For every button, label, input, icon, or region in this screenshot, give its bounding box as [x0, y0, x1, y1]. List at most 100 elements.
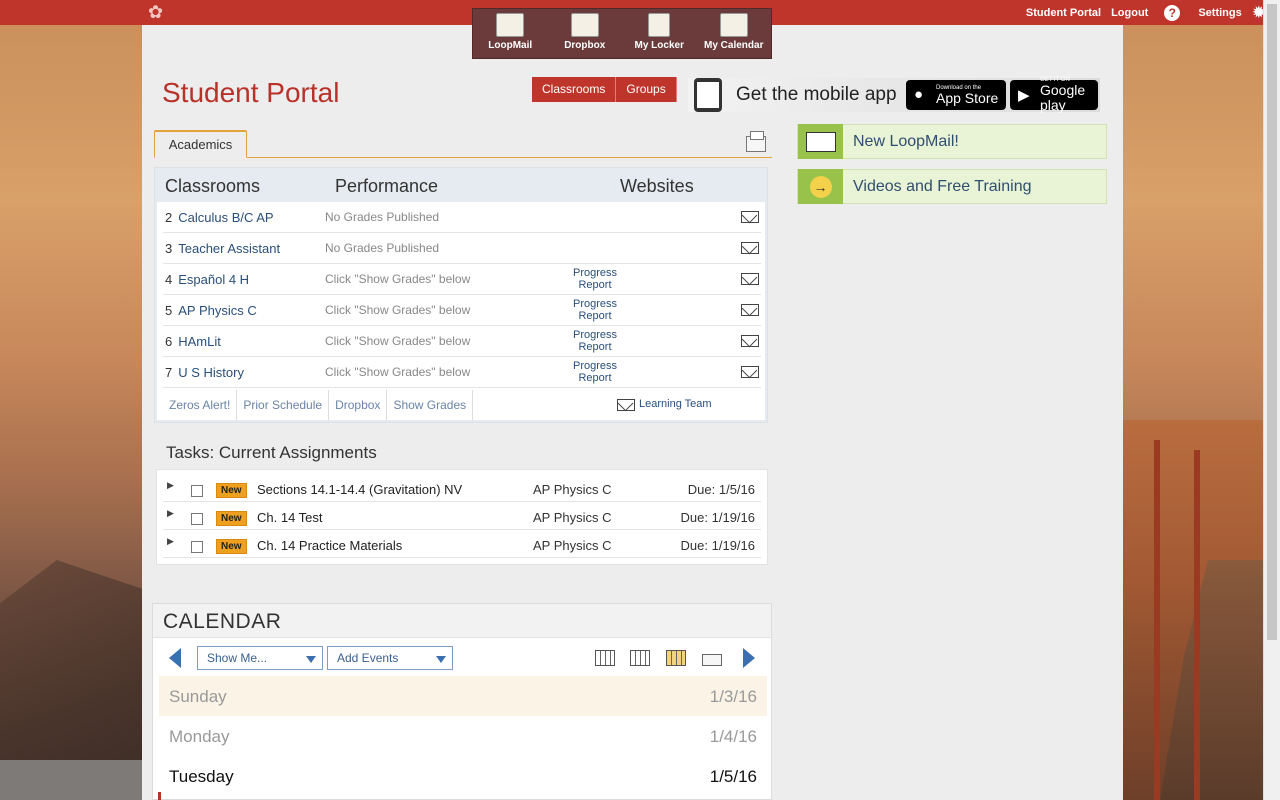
- task-checkbox[interactable]: [191, 485, 203, 497]
- quick-launch-menu: LoopMail Dropbox My Locker My Calendar: [472, 8, 772, 59]
- class-link[interactable]: HAmLit: [178, 334, 221, 349]
- calendar-day-row: Tuesday 1/5/16: [159, 756, 767, 796]
- my-calendar-label: My Calendar: [704, 40, 764, 51]
- bridge-tower: [1194, 450, 1200, 800]
- tab-academics[interactable]: Academics: [154, 130, 247, 158]
- class-link[interactable]: AP Physics C: [178, 303, 257, 318]
- chevron-down-icon: [306, 656, 316, 663]
- dropbox-launch[interactable]: Dropbox: [549, 13, 621, 51]
- class-link[interactable]: Español 4 H: [178, 272, 249, 287]
- calendar-icon: [719, 13, 748, 37]
- my-locker-launch[interactable]: My Locker: [623, 13, 695, 51]
- task-name[interactable]: Sections 14.1-14.4 (Gravitation) NV: [257, 482, 462, 497]
- help-icon[interactable]: ?: [1164, 4, 1181, 21]
- class-name[interactable]: 3 Teacher Assistant: [165, 241, 280, 256]
- scrollbar-thumb[interactable]: [1267, 4, 1277, 640]
- app-store-big: App Store: [936, 89, 999, 106]
- class-row: 7 U S History Click "Show Grades" below P…: [163, 357, 761, 388]
- dropbox-icon: [570, 13, 599, 37]
- prior-schedule-link[interactable]: Prior Schedule: [237, 390, 330, 420]
- prev-arrow-icon[interactable]: [169, 648, 181, 668]
- class-name[interactable]: 4 Español 4 H: [165, 272, 249, 287]
- progress-report-link[interactable]: Progress Report: [559, 267, 631, 291]
- classrooms-button[interactable]: Classrooms: [532, 77, 617, 102]
- loopmail-icon[interactable]: [741, 335, 759, 347]
- class-link[interactable]: Calculus B/C AP: [178, 210, 273, 225]
- expand-arrow-icon[interactable]: ▶: [167, 480, 174, 491]
- locker-icon: [648, 13, 671, 37]
- performance-text: Click "Show Grades" below: [325, 272, 471, 286]
- class-name[interactable]: 5 AP Physics C: [165, 303, 257, 318]
- day-view-icon[interactable]: [595, 650, 615, 666]
- new-badge: New: [216, 511, 247, 526]
- dropbox-link[interactable]: Dropbox: [329, 390, 388, 420]
- mobile-app-banner[interactable]: Get the mobile app ● Download on the App…: [688, 77, 1100, 113]
- task-row: ▶ New Ch. 14 Test AP Physics C Due: 1/19…: [163, 502, 761, 530]
- groups-button[interactable]: Groups: [616, 77, 677, 102]
- loopmail-icon[interactable]: [741, 366, 759, 378]
- class-link[interactable]: Teacher Assistant: [178, 241, 280, 256]
- show-grades-link[interactable]: Show Grades: [387, 390, 474, 420]
- student-portal-link[interactable]: Student Portal: [1026, 7, 1101, 19]
- loopmail-icon: [805, 131, 836, 152]
- settings-link[interactable]: Settings: [1198, 7, 1241, 19]
- page-scrollbar[interactable]: [1263, 0, 1280, 800]
- show-me-select[interactable]: Show Me...: [197, 646, 323, 670]
- progress-report-link[interactable]: Progress Report: [559, 329, 631, 353]
- day-date: 1/3/16: [709, 687, 757, 706]
- week-view-icon[interactable]: [630, 650, 650, 666]
- task-checkbox[interactable]: [191, 513, 203, 525]
- loopmail-launch[interactable]: LoopMail: [474, 13, 546, 51]
- loopmail-icon[interactable]: [741, 273, 759, 285]
- videos-training-promo[interactable]: → Videos and Free Training: [797, 169, 1107, 204]
- today-marker: [158, 792, 161, 800]
- learning-team-label: Learning Team: [639, 398, 712, 410]
- loopmail-icon: [617, 399, 635, 411]
- task-row: ▶ New Sections 14.1-14.4 (Gravitation) N…: [163, 474, 761, 502]
- task-class: AP Physics C: [533, 510, 612, 525]
- academics-card: Classrooms Performance Websites 2 Calculu…: [154, 167, 768, 423]
- calendar-header: CALENDAR: [153, 604, 771, 638]
- task-name[interactable]: Ch. 14 Practice Materials: [257, 538, 402, 553]
- task-name[interactable]: Ch. 14 Test: [257, 510, 323, 525]
- day-date: 1/5/16: [709, 767, 757, 786]
- expand-arrow-icon[interactable]: ▶: [167, 508, 174, 519]
- classrooms-header: Classrooms: [165, 176, 261, 196]
- promo-label: Videos and Free Training: [853, 177, 1032, 195]
- google-play-big: Google play: [1040, 82, 1086, 113]
- period-number: 6: [165, 334, 173, 349]
- app-store-badge[interactable]: ● Download on the App Store: [906, 80, 1006, 110]
- class-name[interactable]: 6 HAmLit: [165, 334, 221, 349]
- logout-link[interactable]: Logout: [1111, 7, 1148, 19]
- background-water: [0, 760, 142, 800]
- print-icon[interactable]: [746, 131, 766, 152]
- expand-arrow-icon[interactable]: ▶: [167, 536, 174, 547]
- google-play-badge[interactable]: ▶ GET IT ON Google play: [1010, 77, 1098, 113]
- learning-team-link[interactable]: Learning Team: [617, 398, 712, 411]
- period-number: 4: [165, 272, 173, 287]
- class-name[interactable]: 7 U S History: [165, 365, 244, 380]
- schoolloop-logo-icon[interactable]: ✿: [148, 2, 168, 22]
- class-row: 3 Teacher Assistant No Grades Published: [163, 233, 761, 264]
- chevron-down-icon: [436, 656, 446, 663]
- task-checkbox[interactable]: [191, 541, 203, 553]
- arrow-right-icon: →: [809, 175, 832, 198]
- class-name[interactable]: 2 Calculus B/C AP: [165, 210, 274, 225]
- progress-report-link[interactable]: Progress Report: [559, 298, 631, 322]
- zeros-alert-link[interactable]: Zeros Alert!: [163, 390, 238, 420]
- class-link[interactable]: U S History: [178, 365, 244, 380]
- new-loopmail-promo[interactable]: New LoopMail!: [797, 124, 1107, 159]
- banner-text: Get the mobile app: [736, 84, 897, 105]
- period-number: 3: [165, 241, 173, 256]
- month-view-icon[interactable]: [666, 650, 686, 666]
- add-events-select[interactable]: Add Events: [327, 646, 453, 670]
- progress-report-link[interactable]: Progress Report: [559, 360, 631, 384]
- loopmail-icon[interactable]: [741, 242, 759, 254]
- performance-text: Click "Show Grades" below: [325, 365, 471, 379]
- loopmail-icon[interactable]: [741, 211, 759, 223]
- print-icon[interactable]: [702, 654, 722, 666]
- calendar-card: CALENDAR Show Me... Add Events Sunday 1/…: [152, 603, 772, 800]
- loopmail-icon[interactable]: [741, 304, 759, 316]
- next-arrow-icon[interactable]: [743, 648, 755, 668]
- my-calendar-launch[interactable]: My Calendar: [698, 13, 770, 51]
